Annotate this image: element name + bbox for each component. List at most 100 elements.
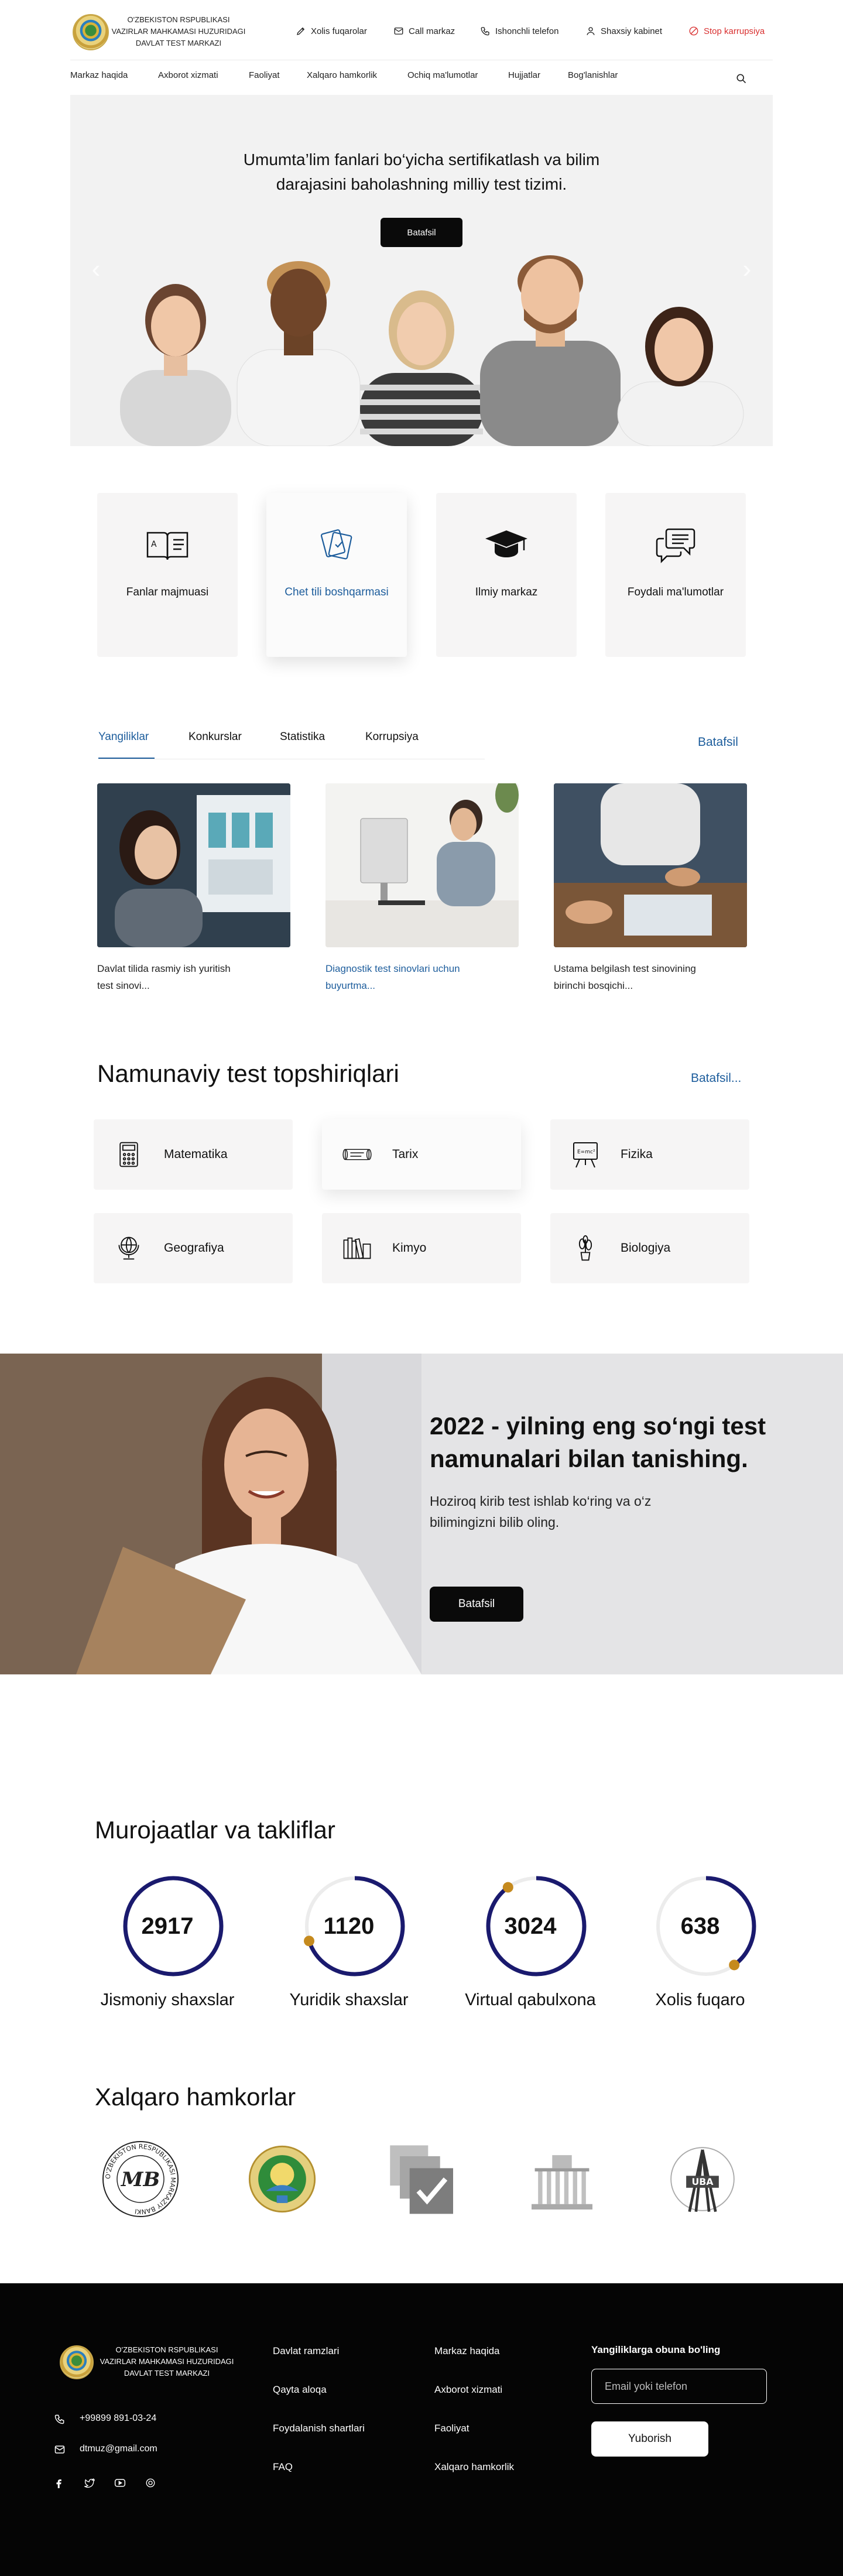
hero-people-image (120, 255, 744, 446)
twitter-icon[interactable] (83, 2476, 96, 2489)
banner-more-button[interactable]: Batafsil (430, 1587, 523, 1622)
footer-phone[interactable]: +99899 891-03-24 (80, 2413, 156, 2424)
subject-fizika[interactable]: E=mc² Fizika (550, 1119, 749, 1190)
news-image-3[interactable] (554, 783, 747, 947)
banner-subtitle: Hoziroq kirib test ishlab ko‘ring va o‘z… (430, 1491, 734, 1533)
samples-more-link[interactable]: Batafsil... (691, 1071, 741, 1085)
subject-matematika[interactable]: Matematika (94, 1119, 293, 1190)
instagram-icon[interactable] (144, 2476, 157, 2489)
subject-biologiya[interactable]: Biologiya (550, 1213, 749, 1283)
site-logo-text[interactable]: O'ZBEKISTON RSPUBLIKASI VAZIRLAR MAHKAMA… (111, 14, 246, 49)
stat-value: 3024 (504, 1913, 557, 1939)
news-more-link[interactable]: Batafsil (698, 735, 738, 749)
subject-tarix[interactable]: Tarix (322, 1119, 521, 1190)
stat-yuridik-shaxslar: 1120 (296, 1873, 413, 1982)
nav-boglanishlar[interactable]: Bog'lanishlar (568, 70, 618, 80)
news-caption[interactable]: Diagnostik test sinovlari uchun buyurtma… (325, 960, 519, 994)
footer-link-xalqaro-hamkorlik[interactable]: Xalqaro hamkorlik (434, 2461, 514, 2473)
top-link-label: Xolis fuqarolar (311, 26, 367, 36)
top-link-label: Stop karrupsiya (704, 26, 765, 36)
footer-link-faq[interactable]: FAQ (273, 2461, 293, 2473)
nav-markaz-haqida[interactable]: Markaz haqida (70, 70, 128, 80)
partner-mb-seal-logo[interactable]: O'ZBEKISTON RESPUBLIKASI MARKAZIY BANKI … (100, 2138, 181, 2220)
book-icon: A (144, 521, 191, 568)
appeals-title: Murojaatlar va takliflar (95, 1816, 335, 1844)
top-link-stop-korrupsiya[interactable]: Stop karrupsiya (688, 26, 765, 36)
news-caption[interactable]: Davlat tilida rasmiy ish yuritish test s… (97, 960, 290, 994)
news-caption-line: test sinovi... (97, 980, 150, 991)
logo-line: O'ZBEKISTON RSPUBLIKASI (127, 15, 230, 24)
phone-icon (54, 2414, 64, 2424)
nav-faoliyat[interactable]: Faoliyat (249, 70, 280, 80)
tab-statistika[interactable]: Statistika (280, 731, 325, 744)
top-link-label: Ishonchli telefon (495, 26, 559, 36)
service-card-fanlar-majmuasi[interactable]: A Fanlar majmuasi (97, 493, 238, 657)
hero-prev-arrow[interactable]: ‹ (84, 252, 108, 287)
books-icon (342, 1233, 372, 1263)
stat-label: Jismoniy shaxslar (100, 1991, 235, 2009)
news-caption[interactable]: Ustama belgilash test sinovining birinch… (554, 960, 747, 994)
top-link-xolis-fuqarolar[interactable]: Xolis fuqarolar (296, 26, 367, 36)
plant-icon (570, 1233, 601, 1263)
stat-xolis-fuqaro: 638 (647, 1873, 765, 1982)
service-card-label: Ilmiy markaz (475, 586, 538, 598)
subject-kimyo[interactable]: Kimyo (322, 1213, 521, 1283)
subscribe-input[interactable] (591, 2369, 767, 2404)
samples-title: Namunaviy test topshiriqlari (97, 1060, 399, 1087)
footer-logo-line: O'ZBEKISTON RSPUBLIKASI (115, 2345, 218, 2354)
nav-ochiq-malumotlar[interactable]: Ochiq ma'lumotlar (407, 70, 478, 80)
hero-slider: Umumta’lim fanlari bo‘yicha sertifikatla… (70, 95, 773, 446)
person-1 (120, 284, 231, 446)
blackboard-formula: E=mc² (577, 1149, 595, 1155)
pencil-icon (297, 27, 305, 35)
graduation-cap-icon (483, 521, 530, 568)
footer-link-foydalanish-shartlari[interactable]: Foydalanish shartlari (273, 2423, 365, 2434)
footer-link-davlat-ramzlari[interactable]: Davlat ramzlari (273, 2345, 339, 2357)
nav-hujjatlar[interactable]: Hujjatlar (508, 70, 540, 80)
footer-logo-text[interactable]: O'ZBEKISTON RSPUBLIKASI VAZIRLAR MAHKAMA… (100, 2344, 234, 2379)
youtube-icon[interactable] (114, 2476, 126, 2489)
top-link-call-markaz[interactable]: Call markaz (393, 26, 455, 36)
promo-banner: 2022 - yilning eng so‘ngi test namunalar… (0, 1354, 843, 1674)
nav-axborot-xizmati[interactable]: Axborot xizmati (158, 70, 218, 80)
service-card-foydali-malumotlar[interactable]: Foydali ma'lumotlar (605, 493, 746, 657)
language-cards-icon (313, 521, 360, 568)
footer-link-markaz-haqida[interactable]: Markaz haqida (434, 2345, 500, 2357)
subscribe-button[interactable]: Yuborish (591, 2421, 708, 2457)
subject-geografiya[interactable]: Geografiya (94, 1213, 293, 1283)
news-image-2[interactable] (325, 783, 519, 947)
service-card-chet-tili[interactable]: Chet tili boshqarmasi (266, 493, 407, 657)
stat-value: 638 (680, 1913, 720, 1939)
hero-next-arrow[interactable]: › (735, 252, 759, 287)
top-link-label: Shaxsiy kabinet (601, 26, 663, 36)
banner-title-line: namunalari bilan tanishing. (430, 1445, 748, 1472)
site-logo-emblem[interactable] (73, 14, 109, 50)
footer-logo-emblem[interactable] (60, 2345, 94, 2379)
news-caption-line: birinchi bosqichi... (554, 980, 633, 991)
logo-line: VAZIRLAR MAHKAMASI HUZURIDAGI (111, 27, 246, 36)
partner-uba-logo[interactable]: UBA (662, 2138, 743, 2220)
nav-xalqaro-hamkorlik[interactable]: Xalqaro hamkorlik (307, 70, 377, 80)
banner-woman-image (0, 1354, 422, 1674)
footer-link-axborot-xizmati[interactable]: Axborot xizmati (434, 2384, 502, 2396)
banner-title-line: 2022 - yilning eng so‘ngi test (430, 1412, 766, 1440)
news-image-1[interactable] (97, 783, 290, 947)
footer-email[interactable]: dtmuz@gmail.com (80, 2444, 157, 2454)
footer-link-qayta-aloqa[interactable]: Qayta aloqa (273, 2384, 327, 2396)
footer-logo-line: DAVLAT TEST MARKAZI (124, 2369, 210, 2378)
tab-yangiliklar[interactable]: Yangiliklar (98, 731, 149, 744)
service-card-label: Fanlar majmuasi (126, 586, 209, 598)
news-caption-line: Diagnostik test sinovlari uchun (325, 963, 460, 974)
partner-state-emblem-logo[interactable] (241, 2138, 323, 2220)
tab-konkurslar[interactable]: Konkurslar (189, 731, 242, 744)
top-link-ishonchli-telefon[interactable]: Ishonchli telefon (480, 26, 558, 36)
subscribe-title: Yangiliklarga obuna bo'ling (591, 2344, 721, 2355)
facebook-icon[interactable] (53, 2476, 66, 2489)
tab-korrupsiya[interactable]: Korrupsiya (365, 731, 419, 744)
partner-check-documents-logo[interactable] (382, 2138, 464, 2220)
service-card-ilmiy-markaz[interactable]: Ilmiy markaz (436, 493, 577, 657)
footer-link-faoliyat[interactable]: Faoliyat (434, 2423, 470, 2434)
top-link-shaxsiy-kabinet[interactable]: Shaxsiy kabinet (585, 26, 662, 36)
partner-building-logo[interactable] (521, 2138, 603, 2220)
search-icon[interactable] (735, 73, 747, 84)
